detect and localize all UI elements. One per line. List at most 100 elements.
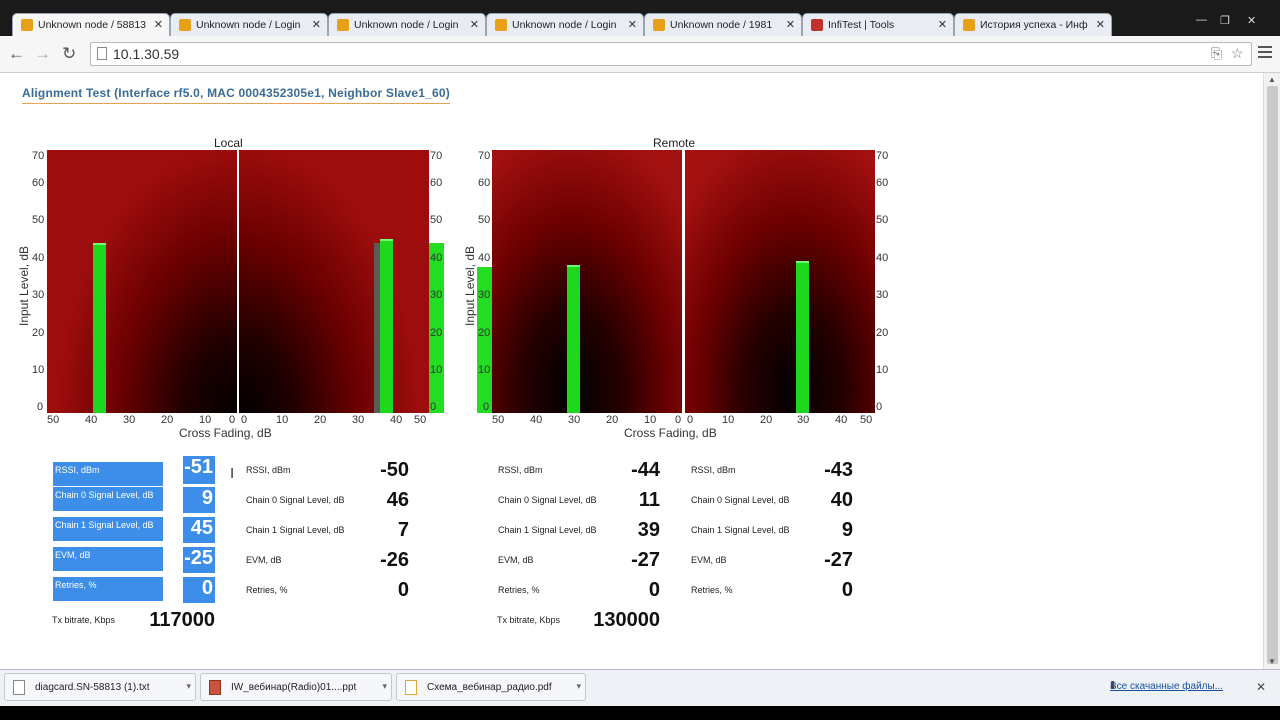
- local-left-bar: [93, 243, 106, 413]
- remote-right-heatmap: [685, 150, 875, 413]
- y-tick: 30: [876, 289, 889, 301]
- x-tick: 0: [229, 414, 236, 426]
- tab-7[interactable]: История успеха - Инф ✕: [954, 13, 1112, 36]
- node-favicon-icon: [963, 19, 975, 31]
- close-icon[interactable]: ✕: [470, 18, 479, 31]
- close-icon[interactable]: ✕: [1096, 18, 1105, 31]
- local-b-evm-label: EVM, dB: [246, 555, 282, 565]
- close-icon[interactable]: ✕: [312, 18, 321, 31]
- y-tick: 50: [430, 214, 443, 226]
- y-tick: 30: [32, 289, 45, 301]
- node-favicon-icon: [653, 19, 665, 31]
- tab-3-label: Unknown node / Login: [354, 19, 459, 31]
- y-tick: 60: [430, 177, 443, 189]
- download-item-ppt[interactable]: IW_вебинар(Radio)01....ppt ▾: [200, 673, 392, 701]
- address-url[interactable]: 10.1.30.59: [113, 46, 179, 62]
- y-tick: 10: [478, 364, 491, 376]
- y-tick: 70: [32, 150, 45, 162]
- download-item-pdf[interactable]: Схема_вебинар_радио.pdf ▾: [396, 673, 586, 701]
- y-tick: 20: [876, 327, 889, 339]
- x-tick: 20: [760, 414, 773, 426]
- tab-2[interactable]: Unknown node / Login ✕: [170, 13, 328, 36]
- y-tick: 20: [32, 327, 45, 339]
- all-downloads-link[interactable]: Все скачанные файлы...: [1110, 681, 1223, 692]
- local-a-evm-label[interactable]: EVM, dB: [53, 547, 163, 571]
- tab-6[interactable]: InfiTest | Tools ✕: [802, 13, 954, 36]
- x-tick: 20: [314, 414, 327, 426]
- remote-a-chain1-label: Chain 1 Signal Level, dB: [498, 525, 597, 535]
- local-a-rssi-label[interactable]: RSSI, dBm: [53, 462, 163, 486]
- local-a-retries-label[interactable]: Retries, %: [53, 577, 163, 601]
- close-downloads-icon[interactable]: ✕: [1256, 680, 1266, 694]
- forward-icon[interactable]: →: [34, 44, 51, 64]
- x-tick: 20: [161, 414, 174, 426]
- close-icon[interactable]: ✕: [786, 18, 795, 31]
- translate-icon[interactable]: ⎘: [1211, 45, 1222, 62]
- remote-a-chain0-value: 11: [638, 489, 660, 511]
- x-tick: 50: [492, 414, 505, 426]
- remote-b-chain1-label: Chain 1 Signal Level, dB: [691, 525, 790, 535]
- y-tick: 10: [876, 364, 889, 376]
- tab-4[interactable]: Unknown node / Login ✕: [486, 13, 644, 36]
- local-b-chain1-value: 7: [397, 519, 409, 541]
- restore-icon[interactable]: ❐: [1220, 14, 1230, 27]
- y-tick: 50: [478, 214, 491, 226]
- menu-icon[interactable]: [1258, 46, 1272, 61]
- chevron-down-icon[interactable]: ▾: [382, 681, 387, 692]
- tab-1-label: Unknown node / 58813: [38, 19, 146, 31]
- infitest-favicon-icon: [811, 19, 823, 31]
- local-a-chain1-label[interactable]: Chain 1 Signal Level, dB: [53, 517, 163, 541]
- tab-3[interactable]: Unknown node / Login ✕: [328, 13, 486, 36]
- local-b-chain0-value: 46: [386, 489, 409, 511]
- local-right-bar: [380, 239, 393, 413]
- local-a-chain0-label[interactable]: Chain 0 Signal Level, dB: [53, 487, 163, 511]
- y-tick: 40: [430, 252, 443, 264]
- chevron-down-icon[interactable]: ▾: [576, 681, 581, 692]
- x-tick: 20: [606, 414, 619, 426]
- close-icon[interactable]: ✕: [628, 18, 637, 31]
- local-a-chain0-value[interactable]: 9: [183, 487, 215, 513]
- tab-5-label: Unknown node / 1981: [670, 19, 773, 31]
- tab-1[interactable]: Unknown node / 58813 ✕: [12, 13, 170, 36]
- download-item-txt[interactable]: diagcard.SN-58813 (1).txt ▾: [4, 673, 196, 701]
- tab-7-label: История успеха - Инф: [980, 19, 1088, 31]
- local-b-rssi-label: RSSI, dBm: [246, 465, 291, 475]
- address-bar[interactable]: 10.1.30.59 ⎘ ☆: [90, 42, 1252, 66]
- node-favicon-icon: [179, 19, 191, 31]
- back-icon[interactable]: ←: [8, 44, 25, 64]
- page-title: Alignment Test (Interface rf5.0, MAC 000…: [22, 86, 450, 104]
- page-icon: [97, 47, 107, 60]
- x-tick: 10: [199, 414, 212, 426]
- remote-x-axis-label: Cross Fading, dB: [624, 426, 717, 440]
- star-icon[interactable]: ☆: [1231, 45, 1244, 62]
- x-tick: 10: [722, 414, 735, 426]
- local-b-evm-value: -26: [380, 549, 409, 571]
- text-file-icon: [13, 680, 25, 695]
- local-a-chain1-value[interactable]: 45: [183, 517, 215, 543]
- x-tick: 40: [530, 414, 543, 426]
- scroll-down-icon[interactable]: ▼: [1268, 657, 1276, 666]
- y-tick: 70: [478, 150, 491, 162]
- scroll-up-icon[interactable]: ▲: [1268, 75, 1276, 84]
- window-close-icon[interactable]: ✕: [1247, 14, 1256, 27]
- local-x-axis-label: Cross Fading, dB: [179, 426, 272, 440]
- remote-left-heatmap: [492, 150, 682, 413]
- tab-5[interactable]: Unknown node / 1981 ✕: [644, 13, 802, 36]
- reload-icon[interactable]: ↻: [62, 44, 76, 64]
- scrollbar-thumb[interactable]: [1267, 86, 1278, 664]
- remote-tx-label: Tx bitrate, Kbps: [497, 615, 561, 625]
- local-a-rssi-value[interactable]: -51: [183, 456, 215, 484]
- local-left-heatmap: [47, 150, 237, 413]
- close-icon[interactable]: ✕: [154, 18, 163, 31]
- chevron-down-icon[interactable]: ▾: [186, 681, 191, 692]
- local-a-evm-value[interactable]: -25: [183, 547, 215, 573]
- x-tick: 0: [687, 414, 694, 426]
- x-tick: 10: [276, 414, 289, 426]
- close-icon[interactable]: ✕: [938, 18, 947, 31]
- remote-a-chain0-label: Chain 0 Signal Level, dB: [498, 495, 597, 505]
- scrollbar[interactable]: ▲ ▼: [1263, 73, 1280, 669]
- minimize-icon[interactable]: —: [1196, 14, 1207, 26]
- local-a-retries-value[interactable]: 0: [183, 577, 215, 603]
- y-tick: 70: [876, 150, 889, 162]
- remote-b-retries-value: 0: [841, 579, 853, 601]
